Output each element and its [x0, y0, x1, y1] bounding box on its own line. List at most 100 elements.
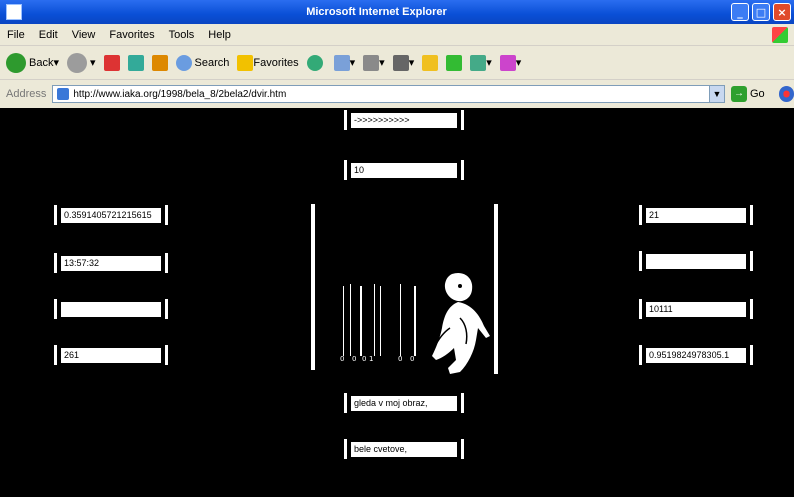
digit-label: 0 — [398, 355, 403, 363]
left-field-1-input[interactable]: 0.3591405721215615 — [61, 207, 161, 223]
field-bar — [54, 299, 57, 319]
favorites-button[interactable]: Favorites — [237, 54, 299, 71]
forward-button[interactable]: ▾ — [67, 52, 96, 73]
menu-help[interactable]: Help — [201, 29, 238, 41]
left-field-1: 0.3591405721215615 — [54, 205, 168, 225]
field-bar — [165, 253, 168, 273]
print-button[interactable]: ▾ — [392, 54, 414, 71]
menu-edit[interactable]: Edit — [32, 29, 65, 41]
crouching-figure-illustration — [432, 272, 490, 374]
back-arrow-icon — [6, 52, 26, 73]
research-button[interactable]: ▾ — [470, 54, 492, 71]
right-field-1-input[interactable]: 21 — [646, 207, 746, 223]
right-frame-line — [494, 204, 498, 374]
refresh-button[interactable] — [127, 54, 144, 71]
media-button[interactable] — [306, 54, 326, 71]
menu-file[interactable]: File — [0, 29, 32, 41]
top-field-2: 10 — [344, 160, 464, 180]
field-bar — [461, 160, 464, 180]
stop-button[interactable] — [103, 54, 120, 71]
field-bar — [54, 253, 57, 273]
search-button[interactable]: Search — [175, 54, 230, 71]
bottom-field-2-input[interactable]: bele cvetove, — [351, 441, 457, 457]
field-bar — [461, 110, 464, 130]
barcode-line — [343, 286, 344, 356]
field-bar — [54, 205, 57, 225]
field-bar — [344, 160, 347, 180]
field-bar — [165, 299, 168, 319]
stop-icon — [103, 54, 120, 71]
field-bar — [165, 345, 168, 365]
field-bar — [750, 251, 753, 271]
field-bar — [54, 345, 57, 365]
links-icon[interactable] — [778, 86, 794, 102]
top-field-1-input[interactable]: ->>>>>>>>>> — [351, 112, 457, 128]
bottom-field-2: bele cvetove, — [344, 439, 464, 459]
field-bar — [639, 345, 642, 365]
translate-button[interactable]: ▾ — [499, 54, 521, 71]
page-content: ->>>>>>>>>> 10 0.3591405721215615 13:57:… — [0, 108, 794, 497]
folder-icon — [422, 54, 439, 71]
right-field-3: 10111 — [639, 299, 753, 319]
address-dropdown-icon[interactable]: ▼ — [708, 86, 724, 102]
barcode-line — [400, 284, 401, 356]
field-bar — [461, 439, 464, 459]
address-label: Address — [6, 88, 47, 100]
windows-logo-icon — [772, 26, 788, 43]
barcode-line — [360, 286, 362, 356]
menu-view[interactable]: View — [65, 29, 103, 41]
history-button[interactable]: ▾ — [333, 54, 355, 71]
left-field-2-input[interactable]: 13:57:32 — [61, 255, 161, 271]
close-button[interactable]: × — [773, 3, 791, 21]
bottom-field-1: gleda v moj obraz, — [344, 393, 464, 413]
menu-tools[interactable]: Tools — [162, 29, 202, 41]
left-field-4-input[interactable]: 261 — [61, 347, 161, 363]
right-field-1: 21 — [639, 205, 753, 225]
window-title: Microsoft Internet Explorer — [306, 6, 447, 18]
mail-icon — [363, 54, 380, 71]
barcode-line — [350, 284, 351, 356]
digit-label: 0 — [352, 355, 357, 363]
edit-button[interactable] — [422, 54, 439, 71]
refresh-icon — [127, 54, 144, 71]
print-icon — [392, 54, 409, 71]
right-field-4: 0.9519824978305.1 — [639, 345, 753, 365]
search-icon — [175, 54, 192, 71]
go-button[interactable]: → Go — [730, 86, 765, 102]
field-bar — [344, 439, 347, 459]
digit-label: 0 — [362, 355, 367, 363]
forward-arrow-icon — [67, 52, 87, 73]
menu-favorites[interactable]: Favorites — [102, 29, 161, 41]
field-bar — [750, 299, 753, 319]
right-field-4-input[interactable]: 0.9519824978305.1 — [646, 347, 746, 363]
home-button[interactable] — [151, 54, 168, 71]
mail-button[interactable]: ▾ — [363, 54, 385, 71]
back-button[interactable]: Back ▾ — [6, 52, 59, 73]
field-bar — [344, 393, 347, 413]
media-icon — [306, 54, 323, 71]
messenger-button[interactable] — [446, 54, 463, 71]
field-bar — [750, 205, 753, 225]
left-field-2: 13:57:32 — [54, 253, 168, 273]
address-url[interactable]: http://www.iaka.org/1998/bela_8/2bela2/d… — [73, 89, 709, 100]
history-icon — [333, 54, 350, 71]
left-field-3-input[interactable] — [61, 301, 161, 317]
maximize-button[interactable]: □ — [752, 3, 770, 21]
menu-bar: File Edit View Favorites Tools Help — [0, 24, 794, 46]
field-bar — [639, 205, 642, 225]
left-field-3 — [54, 299, 168, 319]
top-field-1: ->>>>>>>>>> — [344, 110, 464, 130]
field-bar — [639, 251, 642, 271]
bottom-field-1-input[interactable]: gleda v moj obraz, — [351, 395, 457, 411]
right-field-3-input[interactable]: 10111 — [646, 301, 746, 317]
address-input[interactable]: http://www.iaka.org/1998/bela_8/2bela2/d… — [52, 85, 725, 103]
field-bar — [165, 205, 168, 225]
top-field-2-input[interactable]: 10 — [351, 162, 457, 178]
research-icon — [470, 54, 487, 71]
barcode-line — [380, 286, 381, 356]
left-frame-line — [311, 204, 315, 370]
field-bar — [639, 299, 642, 319]
search-label: Search — [194, 56, 230, 69]
minimize-button[interactable]: _ — [731, 3, 749, 21]
right-field-2-input[interactable] — [646, 253, 746, 269]
